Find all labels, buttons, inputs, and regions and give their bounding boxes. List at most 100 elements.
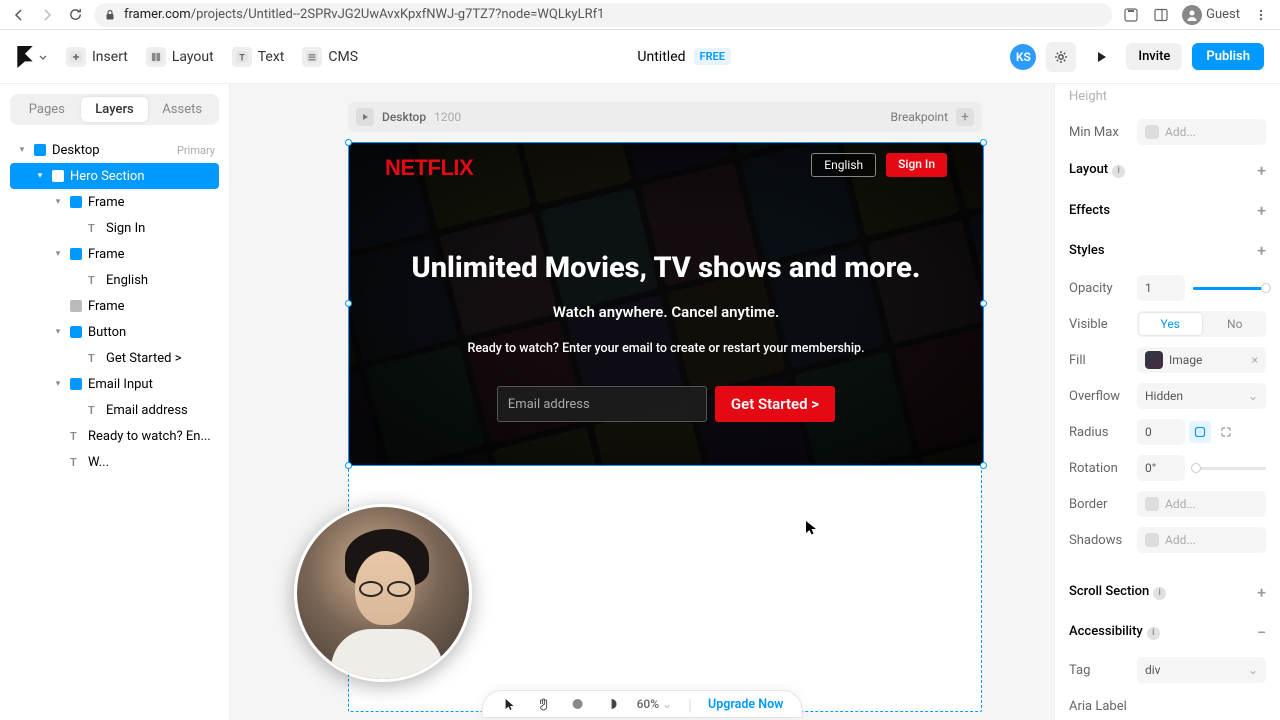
fill-swatch [1145, 351, 1163, 369]
resize-handle[interactable] [980, 462, 987, 469]
overflow-select[interactable]: Hidden⌄ [1137, 383, 1266, 409]
styles-section[interactable]: Styles+ [1069, 230, 1266, 270]
back-button[interactable] [10, 6, 28, 24]
scroll-section[interactable]: Scroll Sectioni+ [1069, 572, 1266, 612]
panel-tabs: Pages Layers Assets [10, 94, 219, 125]
breakpoint-play-icon[interactable] [356, 108, 374, 126]
border-add[interactable]: Add... [1137, 491, 1266, 517]
layer-email-input[interactable]: ▾Email Input [10, 371, 219, 397]
comment-tool-icon[interactable] [569, 695, 587, 713]
layer-frame-2[interactable]: ▾Frame [10, 241, 219, 267]
free-badge: FREE [694, 48, 731, 65]
fill-chip[interactable]: Image × [1137, 347, 1266, 373]
opacity-slider[interactable] [1193, 287, 1266, 290]
shadows-add[interactable]: Add... [1137, 527, 1266, 553]
plus-icon[interactable]: + [1257, 583, 1266, 602]
layer-english[interactable]: TEnglish [10, 267, 219, 293]
hero-headline: Unlimited Movies, TV shows and more. [349, 251, 983, 285]
resize-handle[interactable] [345, 462, 352, 469]
app-header: Insert Layout TText CMS Untitled FREE KS… [0, 30, 1280, 84]
play-icon [1094, 50, 1108, 64]
menu-icon[interactable] [1252, 6, 1270, 24]
framer-logo-icon [16, 46, 34, 68]
text-tool[interactable]: TText [232, 47, 285, 67]
email-input[interactable] [497, 386, 707, 422]
layout-section[interactable]: Layouti+ [1069, 150, 1266, 190]
forward-button[interactable] [38, 6, 56, 24]
close-icon[interactable]: × [1252, 353, 1258, 367]
layer-sign-in[interactable]: TSign In [10, 215, 219, 241]
settings-button[interactable] [1046, 42, 1076, 72]
breakpoint-bar: Desktop 1200 Breakpoint + [348, 102, 982, 132]
layer-button[interactable]: ▾Button [10, 319, 219, 345]
breakpoint-text: Breakpoint [891, 110, 948, 124]
insert-tool[interactable]: Insert [66, 47, 128, 67]
lock-icon [104, 9, 116, 21]
layer-email-address[interactable]: TEmail address [10, 397, 219, 423]
language-button[interactable]: English [811, 153, 876, 177]
layer-desktop[interactable]: ▾DesktopPrimary [10, 137, 219, 163]
gear-icon [1053, 49, 1069, 65]
layout-label: Layout [172, 49, 214, 65]
tag-select[interactable]: div⌄ [1137, 657, 1266, 683]
hand-tool-icon[interactable] [535, 695, 553, 713]
cms-tool[interactable]: CMS [302, 47, 358, 67]
layout-tool[interactable]: Layout [146, 47, 214, 67]
get-started-button[interactable]: Get Started > [715, 386, 835, 422]
minmax-add[interactable]: Add... [1137, 119, 1266, 145]
rotation-slider[interactable] [1193, 467, 1266, 470]
visible-no[interactable]: No [1204, 311, 1267, 337]
preview-button[interactable] [1086, 42, 1116, 72]
accessibility-section[interactable]: Accessibilityi− [1069, 612, 1266, 652]
breakpoint-label[interactable]: Desktop [382, 110, 426, 124]
radius-input[interactable] [1137, 419, 1185, 445]
tab-layers[interactable]: Layers [81, 97, 149, 122]
opacity-input[interactable] [1137, 275, 1185, 301]
plus-icon[interactable]: + [1257, 161, 1266, 180]
breakpoint-size: 1200 [434, 110, 461, 124]
invite-button[interactable]: Invite [1126, 43, 1182, 70]
account-chip[interactable]: Guest [1182, 5, 1240, 25]
radius-uniform-icon[interactable] [1189, 421, 1211, 443]
effects-section[interactable]: Effects+ [1069, 190, 1266, 230]
dark-tool-icon[interactable] [603, 695, 621, 713]
zoom-level[interactable]: 60% ⌄ [637, 697, 673, 711]
rotation-input[interactable] [1137, 455, 1185, 481]
hero-section-frame[interactable]: NETFLIX English Sign In Unlimited Movies… [349, 143, 983, 465]
rotation-label: Rotation [1069, 461, 1137, 476]
border-label: Border [1069, 497, 1137, 512]
layer-hero-section[interactable]: ▾Hero Section [10, 163, 219, 189]
plus-icon[interactable]: + [1257, 241, 1266, 260]
publish-button[interactable]: Publish [1192, 43, 1264, 70]
layer-w-text[interactable]: TW... [10, 449, 219, 475]
account-label: Guest [1206, 7, 1240, 22]
visible-yes[interactable]: Yes [1139, 313, 1202, 335]
visible-toggle[interactable]: Yes No [1137, 311, 1266, 337]
layer-tree: ▾DesktopPrimary ▾Hero Section ▾Frame TSi… [10, 137, 219, 475]
tab-assets[interactable]: Assets [148, 97, 216, 122]
add-breakpoint-button[interactable]: + [956, 108, 974, 126]
info-icon: i [1147, 627, 1160, 640]
install-icon[interactable] [1122, 6, 1140, 24]
user-avatar[interactable]: KS [1010, 44, 1036, 70]
layout-icon [146, 47, 166, 67]
canvas[interactable]: Desktop 1200 Breakpoint + NETFLIX Englis… [230, 84, 1054, 720]
layer-frame-1[interactable]: ▾Frame [10, 189, 219, 215]
radius-individual-icon[interactable] [1215, 421, 1237, 443]
aria-label: Aria Label [1069, 699, 1137, 714]
pointer-tool-icon[interactable] [501, 695, 519, 713]
layer-ready-text[interactable]: TReady to watch? En... [10, 423, 219, 449]
panel-icon[interactable] [1152, 6, 1170, 24]
page-title[interactable]: Untitled [637, 49, 685, 65]
netflix-logo: NETFLIX [385, 155, 473, 181]
upgrade-button[interactable]: Upgrade Now [708, 697, 783, 712]
layer-frame-3[interactable]: Frame [10, 293, 219, 319]
layer-get-started[interactable]: TGet Started > [10, 345, 219, 371]
minus-icon[interactable]: − [1257, 623, 1266, 642]
tab-pages[interactable]: Pages [13, 97, 81, 122]
framer-logo-button[interactable] [16, 46, 48, 68]
sign-in-button[interactable]: Sign In [886, 153, 947, 177]
url-bar[interactable]: framer.com/projects/Untitled--2SPRvJG2Uw… [94, 3, 1112, 27]
reload-button[interactable] [66, 6, 84, 24]
plus-icon[interactable]: + [1257, 201, 1266, 220]
